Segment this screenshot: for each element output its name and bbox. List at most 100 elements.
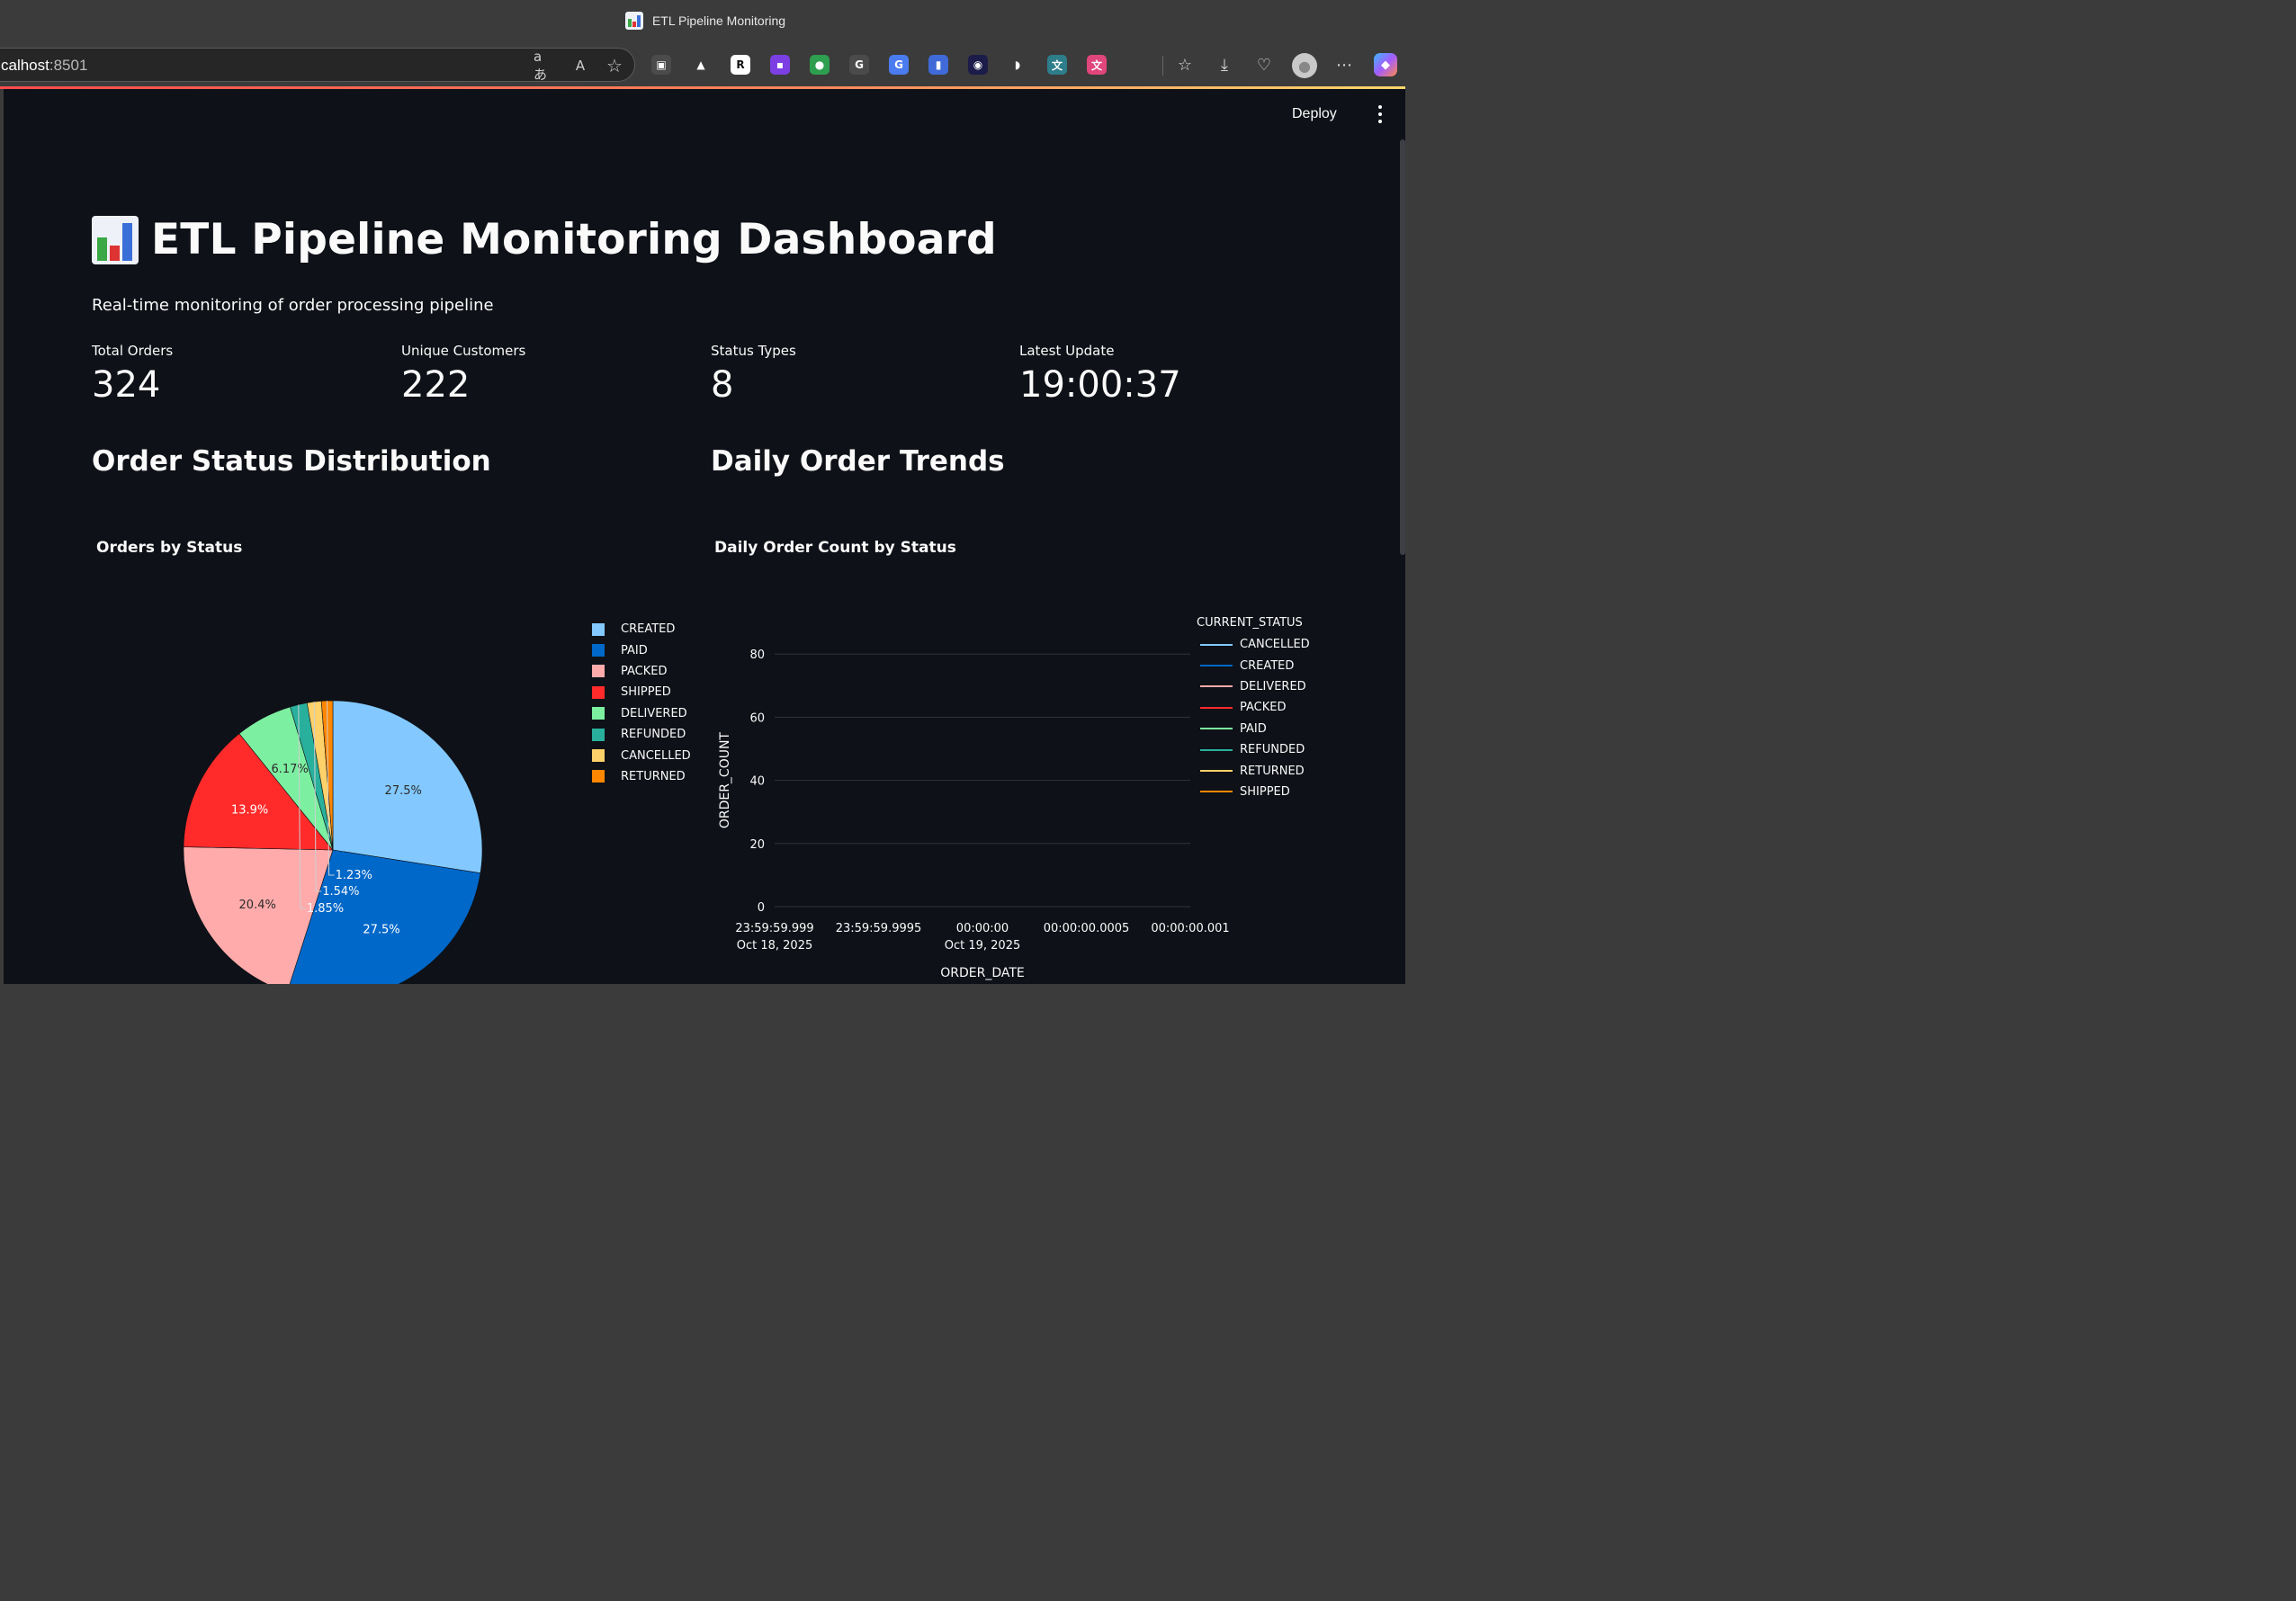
- metric-unique-customers: Unique Customers 222: [401, 343, 689, 406]
- y-tick-label: 40: [749, 775, 765, 789]
- url-host: calhost: [1, 57, 49, 74]
- metric-label: Unique Customers: [401, 343, 526, 359]
- y-tick-label: 80: [749, 648, 765, 662]
- robot-extension-icon[interactable]: ●: [810, 55, 830, 75]
- x-tick-label: 00:00:00.0005: [1044, 922, 1130, 935]
- legend-line-swatch: [1200, 706, 1233, 709]
- pie-value-label: 1.23%: [336, 869, 372, 882]
- app-canvas: Deploy ETL Pipeline Monitoring Dashboard…: [4, 89, 1405, 984]
- copilot-icon[interactable]: ◆: [1374, 53, 1397, 76]
- legend-item-shipped[interactable]: SHIPPED: [1200, 782, 1310, 802]
- legend-item-cancelled[interactable]: CANCELLED: [1200, 634, 1310, 655]
- legend-swatch: [592, 622, 605, 636]
- metric-label: Status Types: [711, 343, 796, 359]
- line-legend[interactable]: CANCELLED CREATED DELIVERED PACKED PAID REFUN…: [1200, 634, 1310, 802]
- health-icon[interactable]: ♡: [1252, 53, 1276, 76]
- metric-label: Latest Update: [1019, 343, 1115, 359]
- legend-label: SHIPPED: [1240, 784, 1290, 799]
- legend-label: CREATED: [621, 622, 676, 637]
- x-tick-label: 23:59:59.999: [735, 922, 813, 935]
- x-tick-date-label: Oct 18, 2025: [737, 939, 813, 953]
- legend-item-delivered[interactable]: DELIVERED: [1200, 676, 1310, 697]
- legend-swatch: [592, 707, 605, 720]
- pie-value-label: 27.5%: [385, 784, 422, 798]
- favorite-star-icon[interactable]: ☆: [604, 55, 625, 76]
- url-text[interactable]: calhost:8501: [1, 57, 87, 75]
- page-header: ETL Pipeline Monitoring Dashboard: [92, 215, 997, 264]
- pie-legend[interactable]: CREATED PAID PACKED SHIPPED DELIVERED REFUNDE…: [592, 619, 691, 787]
- legend-item-paid[interactable]: PAID: [592, 640, 691, 660]
- translate-page-icon[interactable]: aあ: [534, 49, 555, 83]
- legend-label: CANCELLED: [1240, 638, 1310, 652]
- legend-label: DELIVERED: [1240, 679, 1306, 693]
- grammarly-icon[interactable]: G: [849, 55, 869, 75]
- metric-latest-update: Latest Update 19:00:37: [1019, 343, 1307, 406]
- pie-value-label: 20.4%: [239, 899, 276, 912]
- colorful-extension-icon[interactable]: ◉: [968, 55, 988, 75]
- legend-swatch: [592, 749, 605, 763]
- purple-extension-icon[interactable]: ▪: [770, 55, 790, 75]
- more-options-icon[interactable]: ⋯: [1332, 53, 1356, 76]
- tab-title[interactable]: ETL Pipeline Monitoring: [652, 13, 785, 28]
- legend-line-swatch: [1200, 643, 1233, 646]
- y-tick-label: 0: [758, 901, 765, 915]
- section-title-daily-trends: Daily Order Trends: [711, 445, 1005, 478]
- metric-label: Total Orders: [92, 343, 174, 359]
- y-tick-label: 20: [749, 838, 765, 852]
- legend-label: REFUNDED: [1240, 743, 1305, 757]
- toolbar-divider: [1162, 56, 1163, 76]
- copy-icon[interactable]: ▣: [651, 55, 671, 75]
- legend-label: SHIPPED: [621, 685, 671, 700]
- blue-extension-icon[interactable]: ▮: [928, 55, 948, 75]
- google-translate-icon[interactable]: G: [889, 55, 909, 75]
- legend-item-created[interactable]: CREATED: [1200, 655, 1310, 675]
- page-subtitle: Real-time monitoring of order processing…: [92, 296, 494, 315]
- blue-swoosh-icon[interactable]: ◗: [1008, 55, 1027, 75]
- legend-item-returned[interactable]: RETURNED: [592, 766, 691, 787]
- scrollbar[interactable]: [1400, 139, 1405, 555]
- pie-chart[interactable]: 27.5% 27.5% 20.4% 13.9% 6.17% 1.85% 1.54% 1.23%: [139, 593, 552, 984]
- bar-chart-icon: [92, 215, 139, 264]
- legend-label: DELIVERED: [621, 706, 687, 720]
- metric-value: 8: [711, 364, 734, 406]
- legend-item-paid[interactable]: PAID: [1200, 719, 1310, 739]
- legend-item-packed[interactable]: PACKED: [592, 661, 691, 682]
- download-icon[interactable]: ⤓: [1213, 53, 1236, 76]
- legend-item-cancelled[interactable]: CANCELLED: [592, 745, 691, 765]
- y-axis-label: ORDER_COUNT: [718, 732, 732, 829]
- legend-swatch: [592, 770, 605, 783]
- legend-label: CREATED: [1240, 658, 1295, 673]
- pie-chart-title: Orders by Status: [96, 539, 243, 557]
- legend-item-refunded[interactable]: REFUNDED: [592, 724, 691, 745]
- google-drive-icon[interactable]: ▲: [691, 55, 711, 75]
- legend-label: PAID: [1240, 721, 1267, 736]
- profile-avatar-icon[interactable]: ●: [1292, 53, 1317, 78]
- r-extension-icon[interactable]: R: [731, 55, 750, 75]
- legend-line-swatch: [1200, 728, 1233, 730]
- favorites-icon[interactable]: ☆: [1173, 53, 1197, 76]
- y-tick-label: 60: [749, 711, 765, 725]
- pink-translate-icon[interactable]: 文: [1087, 55, 1107, 75]
- legend-label: PAID: [621, 643, 648, 657]
- x-tick-label: 00:00:00: [956, 922, 1009, 935]
- legend-item-packed[interactable]: PACKED: [1200, 697, 1310, 718]
- legend-item-created[interactable]: CREATED: [592, 619, 691, 640]
- legend-item-refunded[interactable]: REFUNDED: [1200, 739, 1310, 760]
- legend-line-swatch: [1200, 748, 1233, 751]
- metric-status-types: Status Types 8: [711, 343, 999, 406]
- deploy-button[interactable]: Deploy: [1292, 102, 1373, 127]
- metric-total-orders: Total Orders 324: [92, 343, 380, 406]
- legend-item-shipped[interactable]: SHIPPED: [592, 682, 691, 702]
- address-bar[interactable]: calhost:8501 aあ A ☆: [0, 48, 635, 83]
- x-tick-label: 23:59:59.9995: [836, 922, 922, 935]
- legend-item-delivered[interactable]: DELIVERED: [592, 703, 691, 724]
- read-aloud-icon[interactable]: A: [570, 56, 591, 76]
- legend-line-swatch: [1200, 791, 1233, 793]
- browser-toolbar: calhost:8501 aあ A ☆ ▣ ▲ R ▪ ● G G ▮ ◉ ◗ 文文 ☆ ⤓ ♡ ●…: [0, 41, 1411, 88]
- legend-swatch: [592, 728, 605, 741]
- main-menu-icon[interactable]: [1373, 105, 1387, 123]
- legend-item-returned[interactable]: RETURNED: [1200, 760, 1310, 781]
- legend-label: PACKED: [1240, 701, 1287, 715]
- legend-swatch: [592, 665, 605, 678]
- translate-extension-icon[interactable]: 文: [1047, 55, 1067, 75]
